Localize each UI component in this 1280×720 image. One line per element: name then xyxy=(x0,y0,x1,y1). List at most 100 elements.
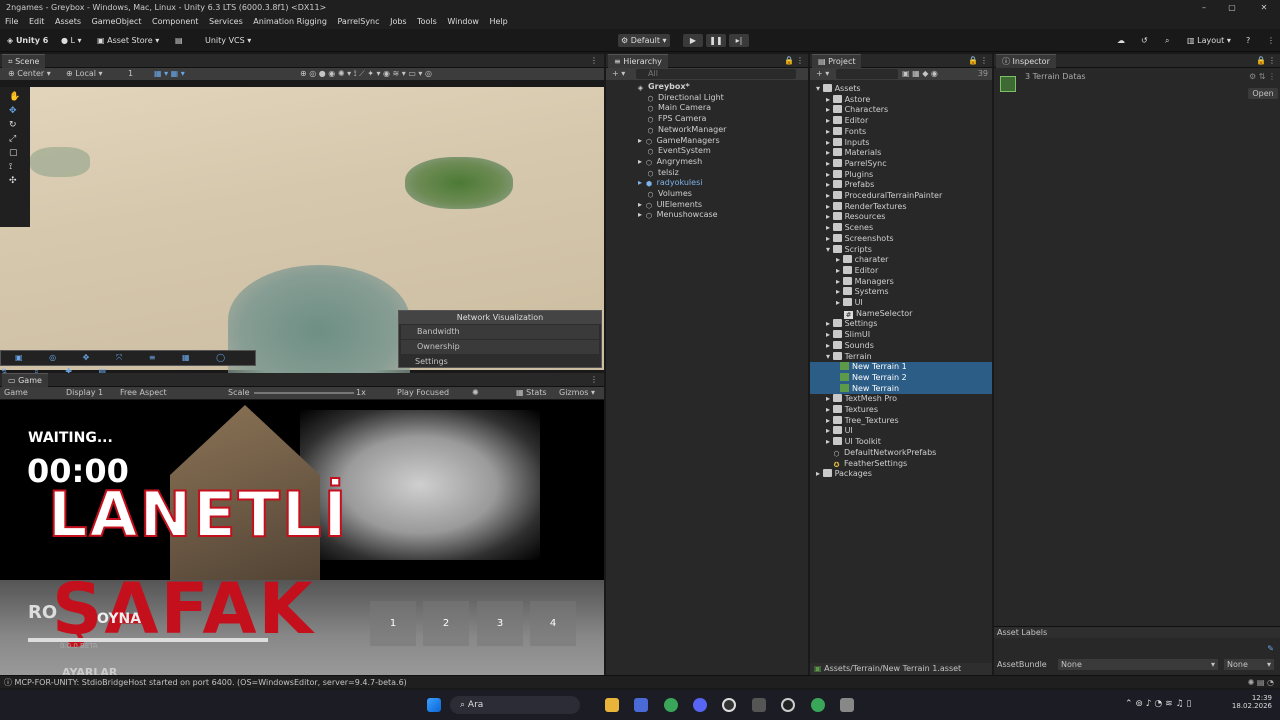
github-icon[interactable] xyxy=(722,698,736,712)
hierarchy-item[interactable]: ⬡ Main Camera xyxy=(646,103,711,114)
project-folder[interactable]: ▸ Astore xyxy=(826,94,870,106)
space-dropdown[interactable]: ⊕ Local ▾ xyxy=(66,68,103,80)
chrome-profile-icon[interactable] xyxy=(811,698,825,712)
project-folder[interactable]: ▸ Scenes xyxy=(826,223,873,234)
menu-jobs[interactable]: Jobs xyxy=(390,17,407,26)
netvis-settings[interactable]: Settings xyxy=(399,355,601,368)
hierarchy-item[interactable]: ⬡ NetworkManager xyxy=(646,125,726,136)
project-folder[interactable]: ▸ Editor xyxy=(836,265,878,277)
hierarchy-item[interactable]: ⬡ EventSystem xyxy=(646,146,710,157)
scale-slider[interactable] xyxy=(254,392,354,394)
hierarchy-item[interactable]: ⬡ FPS Camera xyxy=(646,114,706,125)
scene-root[interactable]: ◈ Greybox* xyxy=(636,82,690,93)
taskbar-search[interactable]: ⌕ Ara xyxy=(450,696,580,714)
menu-animation-rigging[interactable]: Animation Rigging xyxy=(253,17,327,26)
aspect-dropdown[interactable]: Free Aspect xyxy=(120,387,167,399)
project-folder[interactable]: ▸ SlimUI xyxy=(826,330,870,341)
project-search-input[interactable] xyxy=(836,69,898,79)
layout-dropdown[interactable]: ▥ Layout ▾ xyxy=(1184,34,1234,47)
menu-parrelsync[interactable]: ParrelSync xyxy=(337,17,379,26)
unity-account-button[interactable]: ◈ Unity 6 xyxy=(4,34,51,47)
project-folder[interactable]: ▸ Settings xyxy=(826,319,877,330)
project-lock-icon[interactable]: 🔒 xyxy=(968,54,978,68)
hierarchy-item[interactable]: ▸ ⬡ Angrymesh xyxy=(638,157,702,168)
add-object-button[interactable]: + ▾ xyxy=(612,68,625,80)
status-icons[interactable]: ✺ ▤ ◔ xyxy=(1248,676,1274,689)
history-icon[interactable]: ↺ xyxy=(1138,34,1151,47)
tab-menu-icon[interactable]: ⋮ xyxy=(590,54,598,68)
project-folder[interactable]: ▸ Systems xyxy=(836,287,889,298)
terrain-asset[interactable]: New Terrain 2 xyxy=(840,372,907,384)
file-explorer-icon[interactable] xyxy=(605,698,619,712)
terrain-asset[interactable]: New Terrain 1 xyxy=(840,362,907,373)
packages-icon[interactable]: ▤ xyxy=(172,34,186,47)
project-folder[interactable]: ▸ Textures xyxy=(826,405,878,416)
tab-scene[interactable]: ⌗ Scene xyxy=(2,54,46,68)
settings-menu-label[interactable]: AYARLAR xyxy=(62,666,117,675)
scene-view-tools[interactable]: ⊕ ◎ ● ◉ ✺ ▾ ⟟ ⟋ ✦ ▾ ◉ ≋ ▾ ▭ ▾ ◎ xyxy=(300,68,432,80)
menu-edit[interactable]: Edit xyxy=(29,17,45,26)
tab-hierarchy[interactable]: ≡ Hierarchy xyxy=(608,54,668,68)
menu-file[interactable]: File xyxy=(5,17,18,26)
menu-gameobject[interactable]: GameObject xyxy=(92,17,142,26)
menu-help[interactable]: Help xyxy=(489,17,507,26)
variant-dropdown[interactable]: None ▾ xyxy=(1224,659,1274,670)
menu-assets[interactable]: Assets xyxy=(55,17,81,26)
slot-button-3[interactable]: 3 xyxy=(477,601,523,646)
maximize-button[interactable]: ▢ xyxy=(1216,0,1248,15)
search-icon[interactable]: ⌕ xyxy=(1162,34,1172,47)
hierarchy-item[interactable]: ▸ ⬢ radyokulesi xyxy=(638,178,702,189)
project-folder[interactable]: ▸ charater xyxy=(836,255,888,266)
label-tag-icon[interactable]: ✎ xyxy=(1267,644,1274,653)
create-asset-button[interactable]: + ▾ xyxy=(816,68,829,80)
project-folder[interactable]: ▸ Characters xyxy=(826,105,888,116)
terrain-asset[interactable]: New Terrain xyxy=(840,383,899,395)
scene-tool-icons[interactable]: ✋ ✥ ↻ ⤢ ▢ ⟟ ✣ xyxy=(0,87,30,188)
display-dropdown[interactable]: Display 1 xyxy=(66,387,103,399)
project-folder[interactable]: ▸ UI xyxy=(836,298,863,309)
help-icon[interactable]: ? xyxy=(1243,34,1253,47)
project-folder[interactable]: ▸ Prefabs xyxy=(826,180,874,191)
pivot-dropdown[interactable]: ⊕ Center ▾ xyxy=(8,68,51,80)
hierarchy-item[interactable]: ⬡ telsiz xyxy=(646,168,678,179)
inspector-header-icons[interactable]: ⚙ ⇅ ⋮ xyxy=(1249,72,1276,81)
play-focused-dropdown[interactable]: Play Focused xyxy=(397,387,449,399)
game-mode-dropdown[interactable]: Game xyxy=(4,387,28,399)
scene-viewport[interactable]: ✋ ✥ ↻ ⤢ ▢ ⟟ ✣ ▣ ◎ ✥ ⤧ ≡ ▦ ◯ ↯ ⌕ ✚ ▤ Network Vi… xyxy=(0,87,604,376)
project-folder[interactable]: ▸ TextMesh Pro xyxy=(826,394,897,405)
clock[interactable]: 12:39 18.02.2026 xyxy=(1226,694,1272,710)
stats-toggle[interactable]: ▦ Stats xyxy=(516,387,547,399)
inspector-menu-icon[interactable]: ⋮ xyxy=(1268,54,1276,68)
project-folder[interactable]: ▸ Editor xyxy=(826,116,868,127)
slot-button-2[interactable]: 2 xyxy=(423,601,469,646)
tab-project[interactable]: ▤ Project xyxy=(812,54,862,68)
menu-tools[interactable]: Tools xyxy=(417,17,437,26)
project-menu-icon[interactable]: ⋮ xyxy=(980,54,988,68)
assets-root[interactable]: ▾ Assets xyxy=(816,84,861,95)
inspector-lock-icon[interactable]: 🔒 xyxy=(1256,54,1266,68)
chrome-icon[interactable] xyxy=(664,698,678,712)
snap-value[interactable]: 1 xyxy=(128,68,133,80)
status-message[interactable]: MCP-FOR-UNITY: StdioBridgeHost started o… xyxy=(15,678,407,687)
gizmos-dropdown[interactable]: Gizmos ▾ xyxy=(559,387,595,399)
account-dropdown[interactable]: ● L ▾ xyxy=(58,34,85,47)
project-folder[interactable]: ▸ Resources xyxy=(826,212,885,223)
audio-icon[interactable]: ✺ xyxy=(472,387,479,399)
cloud-icon[interactable]: ☁ xyxy=(1114,34,1128,47)
lock-icon[interactable]: 🔒 xyxy=(784,54,794,68)
play-button-label[interactable]: OYNA xyxy=(97,611,141,627)
project-filter-icons[interactable]: ▣ ▦ ◆ ◉ xyxy=(902,68,938,80)
discord-icon[interactable] xyxy=(693,698,707,712)
open-button[interactable]: Open xyxy=(1248,88,1278,99)
packages-root[interactable]: ▸ Packages xyxy=(816,469,872,480)
store-icon[interactable] xyxy=(634,698,648,712)
assetbundle-dropdown[interactable]: None ▾ xyxy=(1058,659,1218,670)
windows-start-icon[interactable] xyxy=(427,698,441,712)
slot-button-1[interactable]: 1 xyxy=(370,601,416,646)
project-folder[interactable]: ▸ Inputs xyxy=(826,137,869,149)
unity-hub-icon[interactable] xyxy=(752,698,766,712)
tray-icons[interactable]: ⌃ ⊚ ♪ ◔ ≋ ♫ ▯ xyxy=(1125,699,1191,709)
project-asset[interactable]: ⬡ DefaultNetworkPrefabs xyxy=(832,448,936,459)
netvis-ownership[interactable]: Ownership xyxy=(401,340,599,354)
project-asset[interactable]: ✪ FeatherSettings xyxy=(832,459,908,470)
